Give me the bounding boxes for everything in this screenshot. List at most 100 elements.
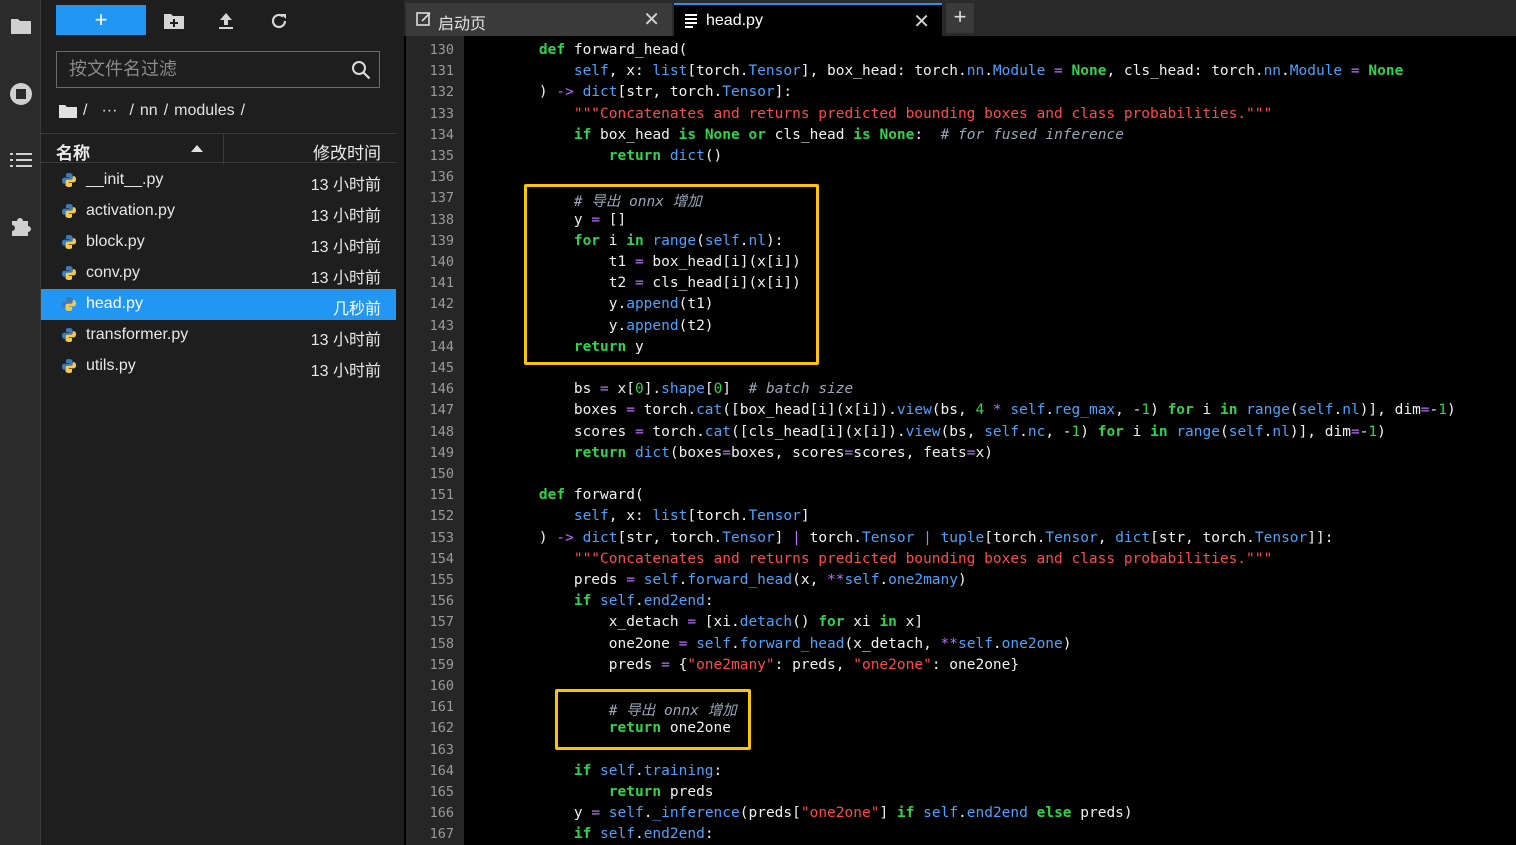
sort-ascending-icon — [191, 145, 203, 152]
python-file-icon — [62, 173, 76, 187]
code-line: bs = x[0].shape[0] # batch size — [504, 381, 854, 398]
refresh-icon[interactable] — [266, 8, 292, 34]
line-number: 140 — [429, 254, 454, 270]
tab-label: 启动页 — [438, 16, 487, 33]
code-line: """Concatenates and returns predicted bo… — [573, 105, 1273, 122]
line-number-gutter: 130 131 132 133 134 135 136 137 138 139 140 141 142 1… — [406, 36, 464, 845]
line-number: 131 — [429, 63, 454, 80]
table-of-contents-icon[interactable] — [0, 140, 41, 180]
line-number: 142 — [429, 296, 454, 313]
file-name: __init__.py — [86, 171, 164, 188]
file-name: block.py — [86, 233, 145, 250]
add-tab-button[interactable]: + — [946, 3, 974, 33]
file-filter-input[interactable] — [57, 52, 347, 87]
highlight-box — [524, 184, 819, 365]
tab-label: head.py — [706, 12, 763, 29]
close-tab-icon[interactable]: ✕ — [913, 9, 930, 34]
line-number: 163 — [429, 741, 454, 758]
breadcrumb-ellipsis[interactable]: ··· — [101, 102, 117, 120]
python-file-icon — [62, 235, 76, 249]
code-line: self, x: list[torch.Tensor] — [573, 508, 810, 525]
file-modified: 13 小时前 — [310, 208, 381, 225]
file-list-item[interactable]: transformer.py 13 小时前 — [41, 320, 396, 351]
line-number: 151 — [429, 487, 454, 504]
code-line: return preds — [608, 784, 714, 800]
line-number: 157 — [429, 614, 454, 631]
python-file-icon — [62, 297, 76, 311]
code-editor[interactable]: 130 131 132 133 134 135 136 137 138 139 140 141 142 1… — [404, 36, 1516, 845]
breadcrumb: / ··· / nn / modules / — [59, 100, 251, 122]
home-folder-icon[interactable] — [59, 104, 77, 118]
line-number: 135 — [429, 148, 454, 164]
line-number: 134 — [429, 126, 454, 143]
code-line: scores = torch.cat([cls_head[i](x[i]).vi… — [504, 423, 1386, 440]
line-number: 137 — [429, 190, 454, 207]
breadcrumb-modules[interactable]: modules — [174, 102, 234, 120]
line-number: 132 — [429, 84, 454, 101]
file-list-item[interactable]: __init__.py 13 小时前 — [41, 165, 396, 196]
python-file-icon — [62, 204, 76, 218]
file-list-item[interactable]: activation.py 13 小时前 — [41, 196, 396, 227]
line-number: 139 — [429, 232, 454, 249]
name-column-header[interactable]: 名称 — [56, 139, 90, 164]
file-name: transformer.py — [86, 326, 189, 343]
code-line: """Concatenates and returns predicted bo… — [573, 550, 1273, 567]
new-launcher-button[interactable]: + — [56, 5, 146, 35]
new-folder-icon[interactable] — [161, 8, 187, 34]
tab-launcher[interactable]: 启动页 ✕ — [406, 3, 672, 36]
breadcrumb-nn[interactable]: nn — [140, 102, 158, 120]
code-line: boxes = torch.cat([box_head[i](x[i]).vie… — [504, 402, 1456, 419]
file-modified: 13 小时前 — [310, 177, 381, 194]
line-number: 149 — [429, 444, 454, 461]
upload-icon[interactable] — [213, 8, 239, 34]
code-line: y = self._inference(preds["one2one"] if … — [504, 805, 1133, 822]
modified-column-header[interactable]: 修改时间 — [313, 139, 381, 164]
line-number: 166 — [429, 805, 454, 822]
file-modified: 13 小时前 — [310, 270, 381, 287]
close-tab-icon[interactable]: ✕ — [643, 7, 660, 32]
line-number: 144 — [429, 338, 454, 355]
column-divider[interactable] — [223, 134, 224, 164]
line-number: 162 — [429, 720, 454, 737]
file-list-item[interactable]: head.py 几秒前 — [41, 289, 396, 320]
line-number: 158 — [429, 635, 454, 652]
line-number: 143 — [429, 317, 454, 334]
file-browser-panel: + / ··· / nn / modules / 名称 修改时间 __init_… — [41, 0, 396, 845]
code-line: ) -> dict[str, torch.Tensor]: — [504, 84, 793, 101]
file-modified: 13 小时前 — [310, 332, 381, 349]
file-name: activation.py — [86, 202, 175, 219]
file-modified: 几秒前 — [332, 301, 381, 318]
line-number: 160 — [429, 678, 454, 694]
python-file-icon — [62, 328, 76, 342]
line-number: 165 — [429, 784, 454, 800]
code-line: preds = self.forward_head(x, **self.one2… — [504, 572, 967, 588]
line-number: 130 — [429, 42, 454, 58]
tab-head-py[interactable]: head.py ✕ — [674, 3, 942, 36]
panel-splitter[interactable] — [396, 0, 404, 845]
folder-icon[interactable] — [0, 6, 41, 46]
line-number: 153 — [429, 529, 454, 546]
highlight-box — [555, 689, 751, 750]
code-line: one2one = self.forward_head(x_detach, **… — [504, 635, 1072, 652]
file-list-item[interactable]: utils.py 13 小时前 — [41, 351, 396, 382]
extensions-puzzle-icon[interactable] — [0, 206, 41, 246]
file-modified: 13 小时前 — [310, 363, 381, 380]
line-number: 145 — [429, 360, 454, 376]
running-kernels-icon[interactable] — [0, 74, 41, 114]
code-line: if self.end2end: — [573, 593, 714, 610]
launcher-icon — [416, 12, 431, 26]
line-number: 147 — [429, 402, 454, 419]
code-line: def forward_head( — [538, 42, 688, 58]
text-file-icon — [685, 14, 697, 28]
tab-bar: 启动页 ✕ head.py ✕ + — [404, 0, 1516, 36]
line-number: 138 — [429, 211, 454, 228]
code-line: if self.training: — [573, 762, 723, 779]
file-list-item[interactable]: block.py 13 小时前 — [41, 227, 396, 258]
line-number: 141 — [429, 275, 454, 292]
file-list-header: 名称 修改时间 — [41, 133, 396, 164]
line-number: 146 — [429, 381, 454, 398]
breadcrumb-separator: / — [83, 102, 88, 119]
line-number: 167 — [429, 826, 454, 843]
code-line: if box_head is None or cls_head is None:… — [573, 126, 1124, 143]
file-list-item[interactable]: conv.py 13 小时前 — [41, 258, 396, 289]
